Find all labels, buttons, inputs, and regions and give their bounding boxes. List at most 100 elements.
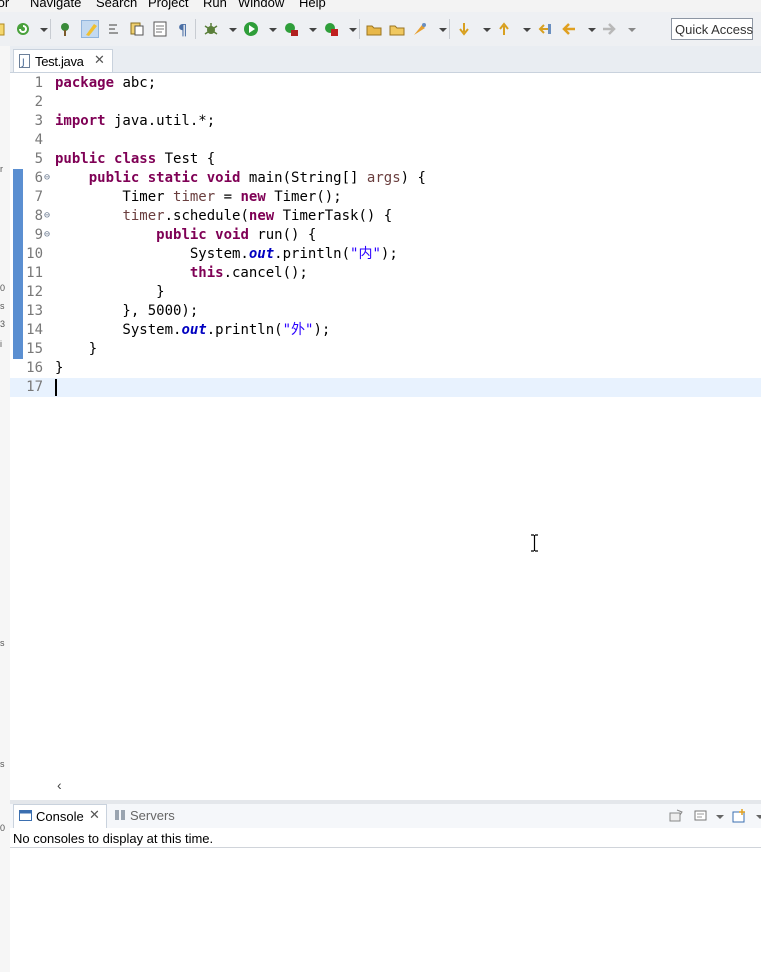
search-icon[interactable] xyxy=(411,20,429,38)
menu-item-help[interactable]: Help xyxy=(299,0,326,10)
text-caret xyxy=(55,379,57,396)
code-line[interactable]: 10 System.out.println("内"); xyxy=(10,245,761,264)
code-line[interactable]: 9 ⊖ public void run() { xyxy=(10,226,761,245)
console-view: Console ✕ Servers No consoles to display… xyxy=(10,804,761,972)
code-line[interactable]: 7 Timer timer = new Timer(); xyxy=(10,188,761,207)
console-tab-bar: Console ✕ Servers xyxy=(10,804,761,828)
close-icon[interactable]: ✕ xyxy=(89,807,100,823)
chevron-down-icon[interactable] xyxy=(583,20,596,38)
toggle-block-selection-icon[interactable] xyxy=(105,20,123,38)
svg-text:J: J xyxy=(21,58,25,68)
quick-access-field[interactable]: Quick Access xyxy=(671,18,753,40)
code-text[interactable]: this.cancel(); xyxy=(55,264,308,283)
chevron-down-icon[interactable] xyxy=(434,20,447,38)
code-text[interactable]: import java.util.*; xyxy=(55,112,215,131)
code-text[interactable]: public class Test { xyxy=(55,150,215,169)
menu-item-window[interactable]: Window xyxy=(238,0,284,10)
code-line[interactable]: 3 import java.util.*; xyxy=(10,112,761,131)
code-text[interactable]: } xyxy=(55,340,97,359)
code-text[interactable]: System.out.println("内"); xyxy=(55,245,398,264)
code-line[interactable]: 11 this.cancel(); xyxy=(10,264,761,283)
code-line[interactable]: 4 xyxy=(10,131,761,150)
chevron-down-icon[interactable] xyxy=(518,20,531,38)
open-console-icon[interactable] xyxy=(731,808,747,824)
menu-item-editor[interactable]: tor xyxy=(0,0,9,10)
code-line[interactable]: 12 } xyxy=(10,283,761,302)
toggle-mark-occurrences-icon[interactable] xyxy=(81,20,99,38)
code-text[interactable]: public void run() { xyxy=(55,226,316,245)
fold-toggle-icon[interactable]: ⊖ xyxy=(44,206,50,225)
debug-icon[interactable] xyxy=(202,20,220,38)
line-number: 11 xyxy=(26,265,43,281)
refresh-icon[interactable] xyxy=(14,20,32,38)
open-folder-icon[interactable] xyxy=(365,20,383,38)
code-line[interactable]: 13 }, 5000); xyxy=(10,302,761,321)
chevron-down-icon[interactable] xyxy=(344,20,357,38)
code-text[interactable]: Timer timer = new Timer(); xyxy=(55,188,341,207)
code-text[interactable]: } xyxy=(55,283,164,302)
coverage-icon[interactable] xyxy=(282,20,300,38)
panel-fragment: i xyxy=(0,339,2,349)
code-area[interactable]: 1 package abc; 2 3 import java.util.*; 4 5 publ… xyxy=(10,74,761,774)
code-line[interactable]: 14 System.out.println("外"); xyxy=(10,321,761,340)
forward-icon[interactable] xyxy=(600,20,618,38)
new-wizard-icon[interactable] xyxy=(0,20,8,38)
tab-console[interactable]: Console ✕ xyxy=(13,804,107,828)
open-task-icon[interactable] xyxy=(388,20,406,38)
code-line[interactable]: 16} xyxy=(10,359,761,378)
chevron-down-icon[interactable] xyxy=(304,20,317,38)
close-icon[interactable]: ✕ xyxy=(94,52,105,68)
chevron-down-icon[interactable] xyxy=(224,20,237,38)
code-line[interactable]: 1 package abc; xyxy=(10,74,761,93)
line-number: 16 xyxy=(26,360,43,376)
previous-annotation-icon[interactable] xyxy=(495,20,513,38)
horizontal-scrollbar[interactable]: ‹ xyxy=(10,774,761,798)
back-icon[interactable] xyxy=(560,20,578,38)
code-line[interactable]: 2 xyxy=(10,93,761,112)
line-number: 15 xyxy=(26,341,43,357)
menu-item-navigate[interactable]: Navigate xyxy=(30,0,81,10)
external-tools-icon[interactable] xyxy=(322,20,340,38)
next-annotation-icon[interactable] xyxy=(455,20,473,38)
chevron-down-icon[interactable] xyxy=(623,20,636,38)
tab-test-java[interactable]: J Test.java ✕ xyxy=(13,49,113,72)
display-console-icon[interactable] xyxy=(693,808,709,824)
chevron-down-icon[interactable] xyxy=(752,808,761,824)
chevron-down-icon[interactable] xyxy=(35,20,48,38)
menu-item-search[interactable]: Search xyxy=(96,0,137,10)
line-number: 12 xyxy=(26,284,43,300)
servers-icon xyxy=(115,810,125,820)
code-text[interactable]: } xyxy=(55,359,63,378)
code-text[interactable]: timer.schedule(new TimerTask() { xyxy=(55,207,392,226)
scroll-left-icon[interactable]: ‹ xyxy=(57,777,62,793)
code-line[interactable]: 15 } xyxy=(10,340,761,359)
run-icon[interactable] xyxy=(242,20,260,38)
menu-item-project[interactable]: Project xyxy=(148,0,188,10)
code-text[interactable]: public static void main(String[] args) { xyxy=(55,169,426,188)
tab-label: Test.java xyxy=(35,54,84,69)
open-type-icon[interactable] xyxy=(57,20,75,38)
code-line[interactable]: 5 public class Test { xyxy=(10,150,761,169)
console-empty-message: No consoles to display at this time. xyxy=(13,831,214,846)
chevron-down-icon[interactable] xyxy=(712,808,724,824)
code-text[interactable]: System.out.println("外"); xyxy=(55,321,330,340)
pilcrow-icon[interactable]: ¶ xyxy=(174,20,192,38)
chevron-down-icon[interactable] xyxy=(478,20,491,38)
menu-item-run[interactable]: Run xyxy=(203,0,227,10)
fold-toggle-icon[interactable]: ⊖ xyxy=(44,168,50,187)
show-whitespace-icon[interactable] xyxy=(128,20,146,38)
last-edit-location-icon[interactable] xyxy=(536,20,554,38)
code-line[interactable]: 6 ⊖ public static void main(String[] args… xyxy=(10,169,761,188)
pin-console-icon[interactable] xyxy=(668,808,684,824)
console-icon xyxy=(19,810,32,821)
panel-fragment: s xyxy=(0,759,5,769)
line-number: 5 xyxy=(34,151,43,167)
code-text[interactable]: }, 5000); xyxy=(55,302,198,321)
chevron-down-icon[interactable] xyxy=(264,20,277,38)
fold-toggle-icon[interactable]: ⊖ xyxy=(44,225,50,244)
code-line[interactable]: 8 ⊖ timer.schedule(new TimerTask() { xyxy=(10,207,761,226)
code-line[interactable]: 17 xyxy=(10,378,761,397)
panel-fragment: r xyxy=(0,164,3,174)
word-wrap-icon[interactable] xyxy=(151,20,169,38)
code-text[interactable]: package abc; xyxy=(55,74,156,93)
